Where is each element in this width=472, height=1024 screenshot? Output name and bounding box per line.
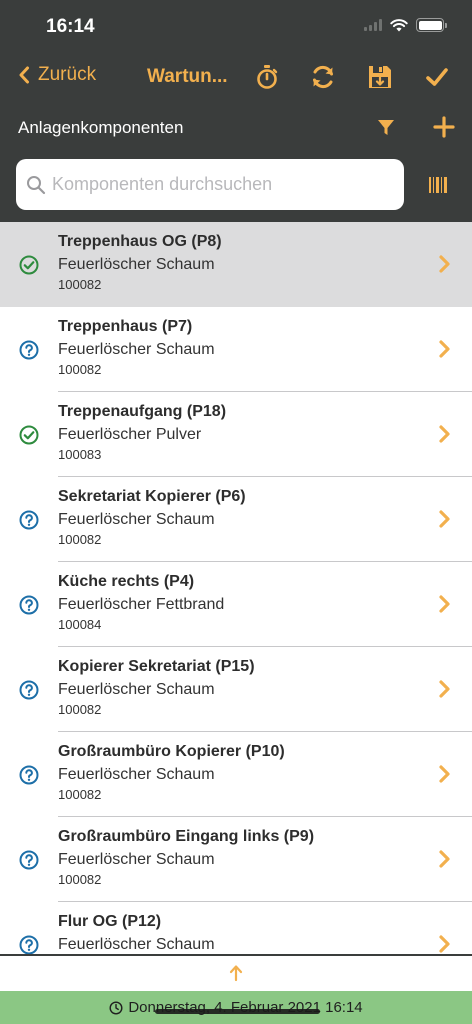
chevron-right-icon xyxy=(439,680,450,698)
item-number: 100083 xyxy=(58,447,102,462)
list-item[interactable]: Flur OG (P12) Feuerlöscher Schaum xyxy=(0,902,472,954)
list-item[interactable]: Großraumbüro Kopierer (P10) Feuerlöscher… xyxy=(0,732,472,817)
add-icon[interactable] xyxy=(433,116,455,138)
list-item[interactable]: Treppenhaus (P7) Feuerlöscher Schaum 100… xyxy=(0,307,472,392)
item-number: 100082 xyxy=(58,872,102,887)
check-circle-icon xyxy=(19,255,39,275)
list-item[interactable]: Küche rechts (P4) Feuerlöscher Fettbrand… xyxy=(0,562,472,647)
list-item[interactable]: Treppenaufgang (P18) Feuerlöscher Pulver… xyxy=(0,392,472,477)
item-number: 100082 xyxy=(58,702,102,717)
chevron-right-icon xyxy=(439,340,450,358)
item-subtitle: Feuerlöscher Schaum xyxy=(58,936,215,953)
footer-status: Donnerstag, 4. Februar 2021 16:14 xyxy=(0,991,472,1024)
chevron-right-icon xyxy=(439,935,450,953)
list-item[interactable]: Kopierer Sekretariat (P15) Feuerlöscher … xyxy=(0,647,472,732)
filter-icon[interactable] xyxy=(376,118,396,138)
save-download-button[interactable] xyxy=(365,62,395,92)
chevron-right-icon xyxy=(439,765,450,783)
status-icons xyxy=(364,18,447,32)
nav-title[interactable]: Wartun... xyxy=(147,66,228,88)
item-number: 100082 xyxy=(58,787,102,802)
item-subtitle: Feuerlöscher Schaum xyxy=(58,766,215,783)
question-circle-icon xyxy=(19,850,39,870)
wifi-icon xyxy=(390,19,408,32)
item-subtitle: Feuerlöscher Schaum xyxy=(58,256,215,273)
status-time: 16:14 xyxy=(46,16,95,37)
back-button[interactable]: Zurück xyxy=(18,64,96,86)
item-subtitle: Feuerlöscher Pulver xyxy=(58,426,202,443)
list-item[interactable]: Sekretariat Kopierer (P6) Feuerlöscher S… xyxy=(0,477,472,562)
item-subtitle: Feuerlöscher Schaum xyxy=(58,851,215,868)
section-title: Anlagenkomponenten xyxy=(18,118,184,137)
item-number: 100082 xyxy=(58,277,102,292)
chevron-right-icon xyxy=(439,595,450,613)
question-circle-icon xyxy=(19,680,39,700)
sync-icon xyxy=(313,65,333,89)
search-input[interactable] xyxy=(52,174,382,195)
app-header: 16:14 Zurück Wartun... Anlagenkomponente… xyxy=(0,0,472,222)
question-circle-icon xyxy=(19,935,39,954)
barcode-scan-icon[interactable] xyxy=(428,176,448,194)
status-bar: 16:14 xyxy=(0,0,472,54)
item-subtitle: Feuerlöscher Schaum xyxy=(58,341,215,358)
chevron-right-icon xyxy=(439,255,450,273)
item-subtitle: Feuerlöscher Schaum xyxy=(58,511,215,528)
arrow-up-icon[interactable] xyxy=(228,964,244,982)
chevron-right-icon xyxy=(439,850,450,868)
item-number: 100082 xyxy=(58,532,102,547)
question-circle-icon xyxy=(19,595,39,615)
item-number: 100082 xyxy=(58,362,102,377)
search-icon xyxy=(27,175,46,194)
clock-icon xyxy=(109,1000,123,1015)
item-title: Großraumbüro Kopierer (P10) xyxy=(58,743,285,760)
question-circle-icon xyxy=(19,765,39,785)
item-title: Treppenaufgang (P18) xyxy=(58,403,227,420)
bottom-bar xyxy=(0,954,472,991)
check-circle-icon xyxy=(19,425,39,445)
checkmark-icon xyxy=(426,68,448,86)
timer-button[interactable] xyxy=(252,62,282,92)
question-circle-icon xyxy=(19,510,39,530)
item-title: Treppenhaus OG (P8) xyxy=(58,233,222,250)
home-indicator[interactable] xyxy=(155,1009,320,1014)
stopwatch-icon xyxy=(257,65,278,89)
chevron-left-icon xyxy=(19,66,29,84)
save-download-icon xyxy=(369,66,391,88)
chevron-right-icon xyxy=(439,425,450,443)
cellular-signal-icon xyxy=(364,19,382,31)
item-title: Küche rechts (P4) xyxy=(58,573,195,590)
sync-button[interactable] xyxy=(308,62,338,92)
item-title: Treppenhaus (P7) xyxy=(58,318,193,335)
section-toolbar: Anlagenkomponenten xyxy=(0,108,472,148)
battery-icon xyxy=(416,18,447,32)
item-title: Großraumbüro Eingang links (P9) xyxy=(58,828,315,845)
chevron-right-icon xyxy=(439,510,450,528)
list-item[interactable]: Treppenhaus OG (P8) Feuerlöscher Schaum … xyxy=(0,222,472,307)
navigation-bar: Zurück Wartun... xyxy=(0,56,472,100)
item-title: Kopierer Sekretariat (P15) xyxy=(58,658,255,675)
question-circle-icon xyxy=(19,340,39,360)
component-list[interactable]: Treppenhaus OG (P8) Feuerlöscher Schaum … xyxy=(0,222,472,954)
item-title: Sekretariat Kopierer (P6) xyxy=(58,488,246,505)
search-field[interactable] xyxy=(16,159,404,210)
item-subtitle: Feuerlöscher Schaum xyxy=(58,681,215,698)
back-label: Zurück xyxy=(38,64,97,85)
item-number: 100084 xyxy=(58,617,102,632)
confirm-button[interactable] xyxy=(422,62,452,92)
list-item[interactable]: Großraumbüro Eingang links (P9) Feuerlös… xyxy=(0,817,472,902)
item-title: Flur OG (P12) xyxy=(58,913,162,930)
item-subtitle: Feuerlöscher Fettbrand xyxy=(58,596,225,613)
